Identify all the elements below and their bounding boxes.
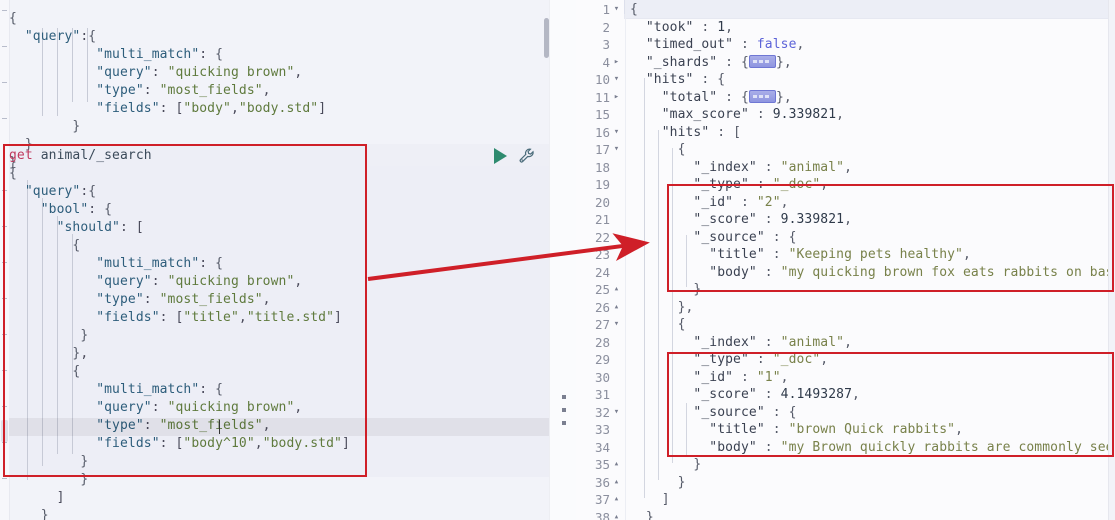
response-line: ]: [661, 492, 670, 507]
fold-toggle-icon[interactable]: ▴: [612, 281, 621, 299]
response-line: "body" : "my quicking brown fox eats rab…: [709, 264, 1115, 280]
line-number: 32: [594, 404, 610, 420]
line-number: 28: [594, 334, 610, 350]
line-number: 33: [594, 422, 610, 437]
line-number: 36: [594, 474, 610, 490]
line-number: 11: [594, 89, 610, 105]
request-editor-pane[interactable]: { "query":{ "multi_match": { "query": "q…: [0, 0, 560, 520]
collapsed-object-pill[interactable]: [748, 54, 776, 68]
response-line: "_type" : "_doc",: [693, 177, 829, 192]
line-number: 17: [594, 142, 610, 157]
line-number: 31: [594, 387, 610, 402]
response-line: "max_score" : 9.339821,: [661, 107, 845, 122]
line-number: 26: [594, 299, 610, 315]
line-number: 15: [594, 107, 610, 122]
line-number: 2: [602, 19, 610, 35]
response-line: "took" : 1,: [645, 19, 734, 35]
response-line: "_score" : 4.1493287,: [693, 387, 860, 402]
line-number: 1: [602, 2, 610, 17]
fold-toggle-icon[interactable]: ▸: [612, 54, 621, 72]
response-line: "_shards" : {},: [645, 54, 792, 70]
response-line: {: [677, 142, 686, 157]
line-number: 3: [602, 37, 610, 52]
response-line: }: [677, 474, 686, 490]
line-number: 23: [594, 247, 610, 262]
fold-toggle-icon[interactable]: ▾: [612, 141, 621, 159]
http-method: get: [9, 148, 33, 163]
fold-toggle-icon[interactable]: ▴: [612, 456, 621, 474]
active-line-highlight: [9, 418, 549, 436]
response-line: "hits" : [: [661, 124, 742, 140]
fold-toggle-icon[interactable]: ▴: [612, 299, 621, 317]
response-line: "_source" : {: [693, 404, 797, 420]
response-line: "_score" : 9.339821,: [693, 212, 853, 227]
fold-toggle-icon[interactable]: ▾: [612, 1, 621, 19]
line-number: 29: [594, 352, 610, 367]
line-number: 35: [594, 457, 610, 472]
fold-toggle-icon[interactable]: ▸: [612, 89, 621, 107]
line-number: 24: [594, 264, 610, 280]
response-line: "_index" : "animal",: [693, 159, 853, 175]
line-number: 4: [602, 54, 610, 70]
fold-toggle-icon[interactable]: ▾: [612, 124, 621, 142]
response-code[interactable]: { "took" : 1, "timed_out" : false, "_sha…: [630, 1, 1115, 520]
pane-splitter[interactable]: [549, 0, 578, 520]
response-line: "title" : "Keeping pets healthy",: [709, 247, 971, 262]
request-gutter-scroll-thumb[interactable]: [1, 420, 8, 442]
fold-toggle-icon[interactable]: ▴: [612, 474, 621, 492]
line-number: 30: [594, 369, 610, 385]
fold-toggle-icon[interactable]: ▾: [612, 404, 621, 422]
line-number: 10: [594, 72, 610, 87]
line-number: 21: [594, 212, 610, 227]
response-line: {: [677, 317, 686, 332]
response-line: }: [693, 282, 702, 297]
text-caret: [219, 420, 220, 434]
play-icon[interactable]: [494, 148, 507, 164]
request-body[interactable]: { "query":{ "bool": { "should": [ { "mul…: [9, 165, 549, 520]
response-line: "timed_out" : false,: [645, 37, 805, 52]
response-line: {: [630, 2, 638, 17]
response-line: "total" : {},: [661, 89, 792, 105]
console-screenshot: { "query":{ "multi_match": { "query": "q…: [0, 0, 1115, 520]
response-line: "_id" : "2",: [693, 194, 789, 210]
line-number: 37: [594, 492, 610, 507]
response-line: "_index" : "animal",: [693, 334, 853, 350]
fold-toggle-icon[interactable]: ▾: [612, 71, 621, 89]
response-line: "body" : "my Brown quickly rabbits are c…: [709, 439, 1115, 455]
collapsed-object-pill[interactable]: [748, 89, 776, 103]
response-gutter[interactable]: 1 ▾ 2 3 4 ▸ 10 ▾ 11 ▸ 15 16 ▾ 17 ▾ 18 19 20 21 22 ▾ 23 24 25 ▴ 26…: [576, 0, 624, 520]
response-gutter-separator: [625, 0, 626, 520]
response-line: "hits" : {: [645, 72, 726, 87]
line-number: 34: [594, 439, 610, 455]
fold-toggle-icon[interactable]: ▴: [612, 491, 621, 509]
response-line: },: [677, 299, 694, 315]
response-line: }: [645, 509, 654, 520]
response-editor-pane[interactable]: 1 ▾ 2 3 4 ▸ 10 ▾ 11 ▸ 15 16 ▾ 17 ▾ 18 19 20 21 22 ▾ 23 24 25 ▴ 26…: [576, 0, 1115, 520]
wrench-icon[interactable]: [518, 147, 536, 165]
line-number: 18: [594, 159, 610, 175]
fold-toggle-icon[interactable]: ▾: [612, 229, 621, 247]
line-number: 38: [594, 509, 610, 520]
fold-toggle-icon[interactable]: ▴: [612, 509, 621, 520]
line-number: 27: [594, 317, 610, 332]
response-line: }: [693, 457, 702, 472]
response-line: "title" : "brown Quick rabbits",: [709, 422, 963, 437]
request-actions[interactable]: [494, 147, 536, 165]
request-path: animal/_search: [40, 148, 152, 163]
request-method-line[interactable]: get animal/_search: [9, 147, 549, 165]
response-line: "_type" : "_doc",: [693, 352, 829, 367]
splitter-grip-handle[interactable]: [559, 395, 568, 425]
fold-toggle-icon[interactable]: ▾: [612, 316, 621, 334]
line-number: 16: [594, 124, 610, 140]
line-number: 22: [594, 229, 610, 245]
response-line: "_source" : {: [693, 229, 797, 245]
response-line: "_id" : "1",: [693, 369, 789, 385]
line-number: 25: [594, 282, 610, 297]
response-right-edge: [1108, 0, 1115, 520]
line-number: 19: [594, 177, 610, 192]
line-number: 20: [594, 194, 610, 210]
